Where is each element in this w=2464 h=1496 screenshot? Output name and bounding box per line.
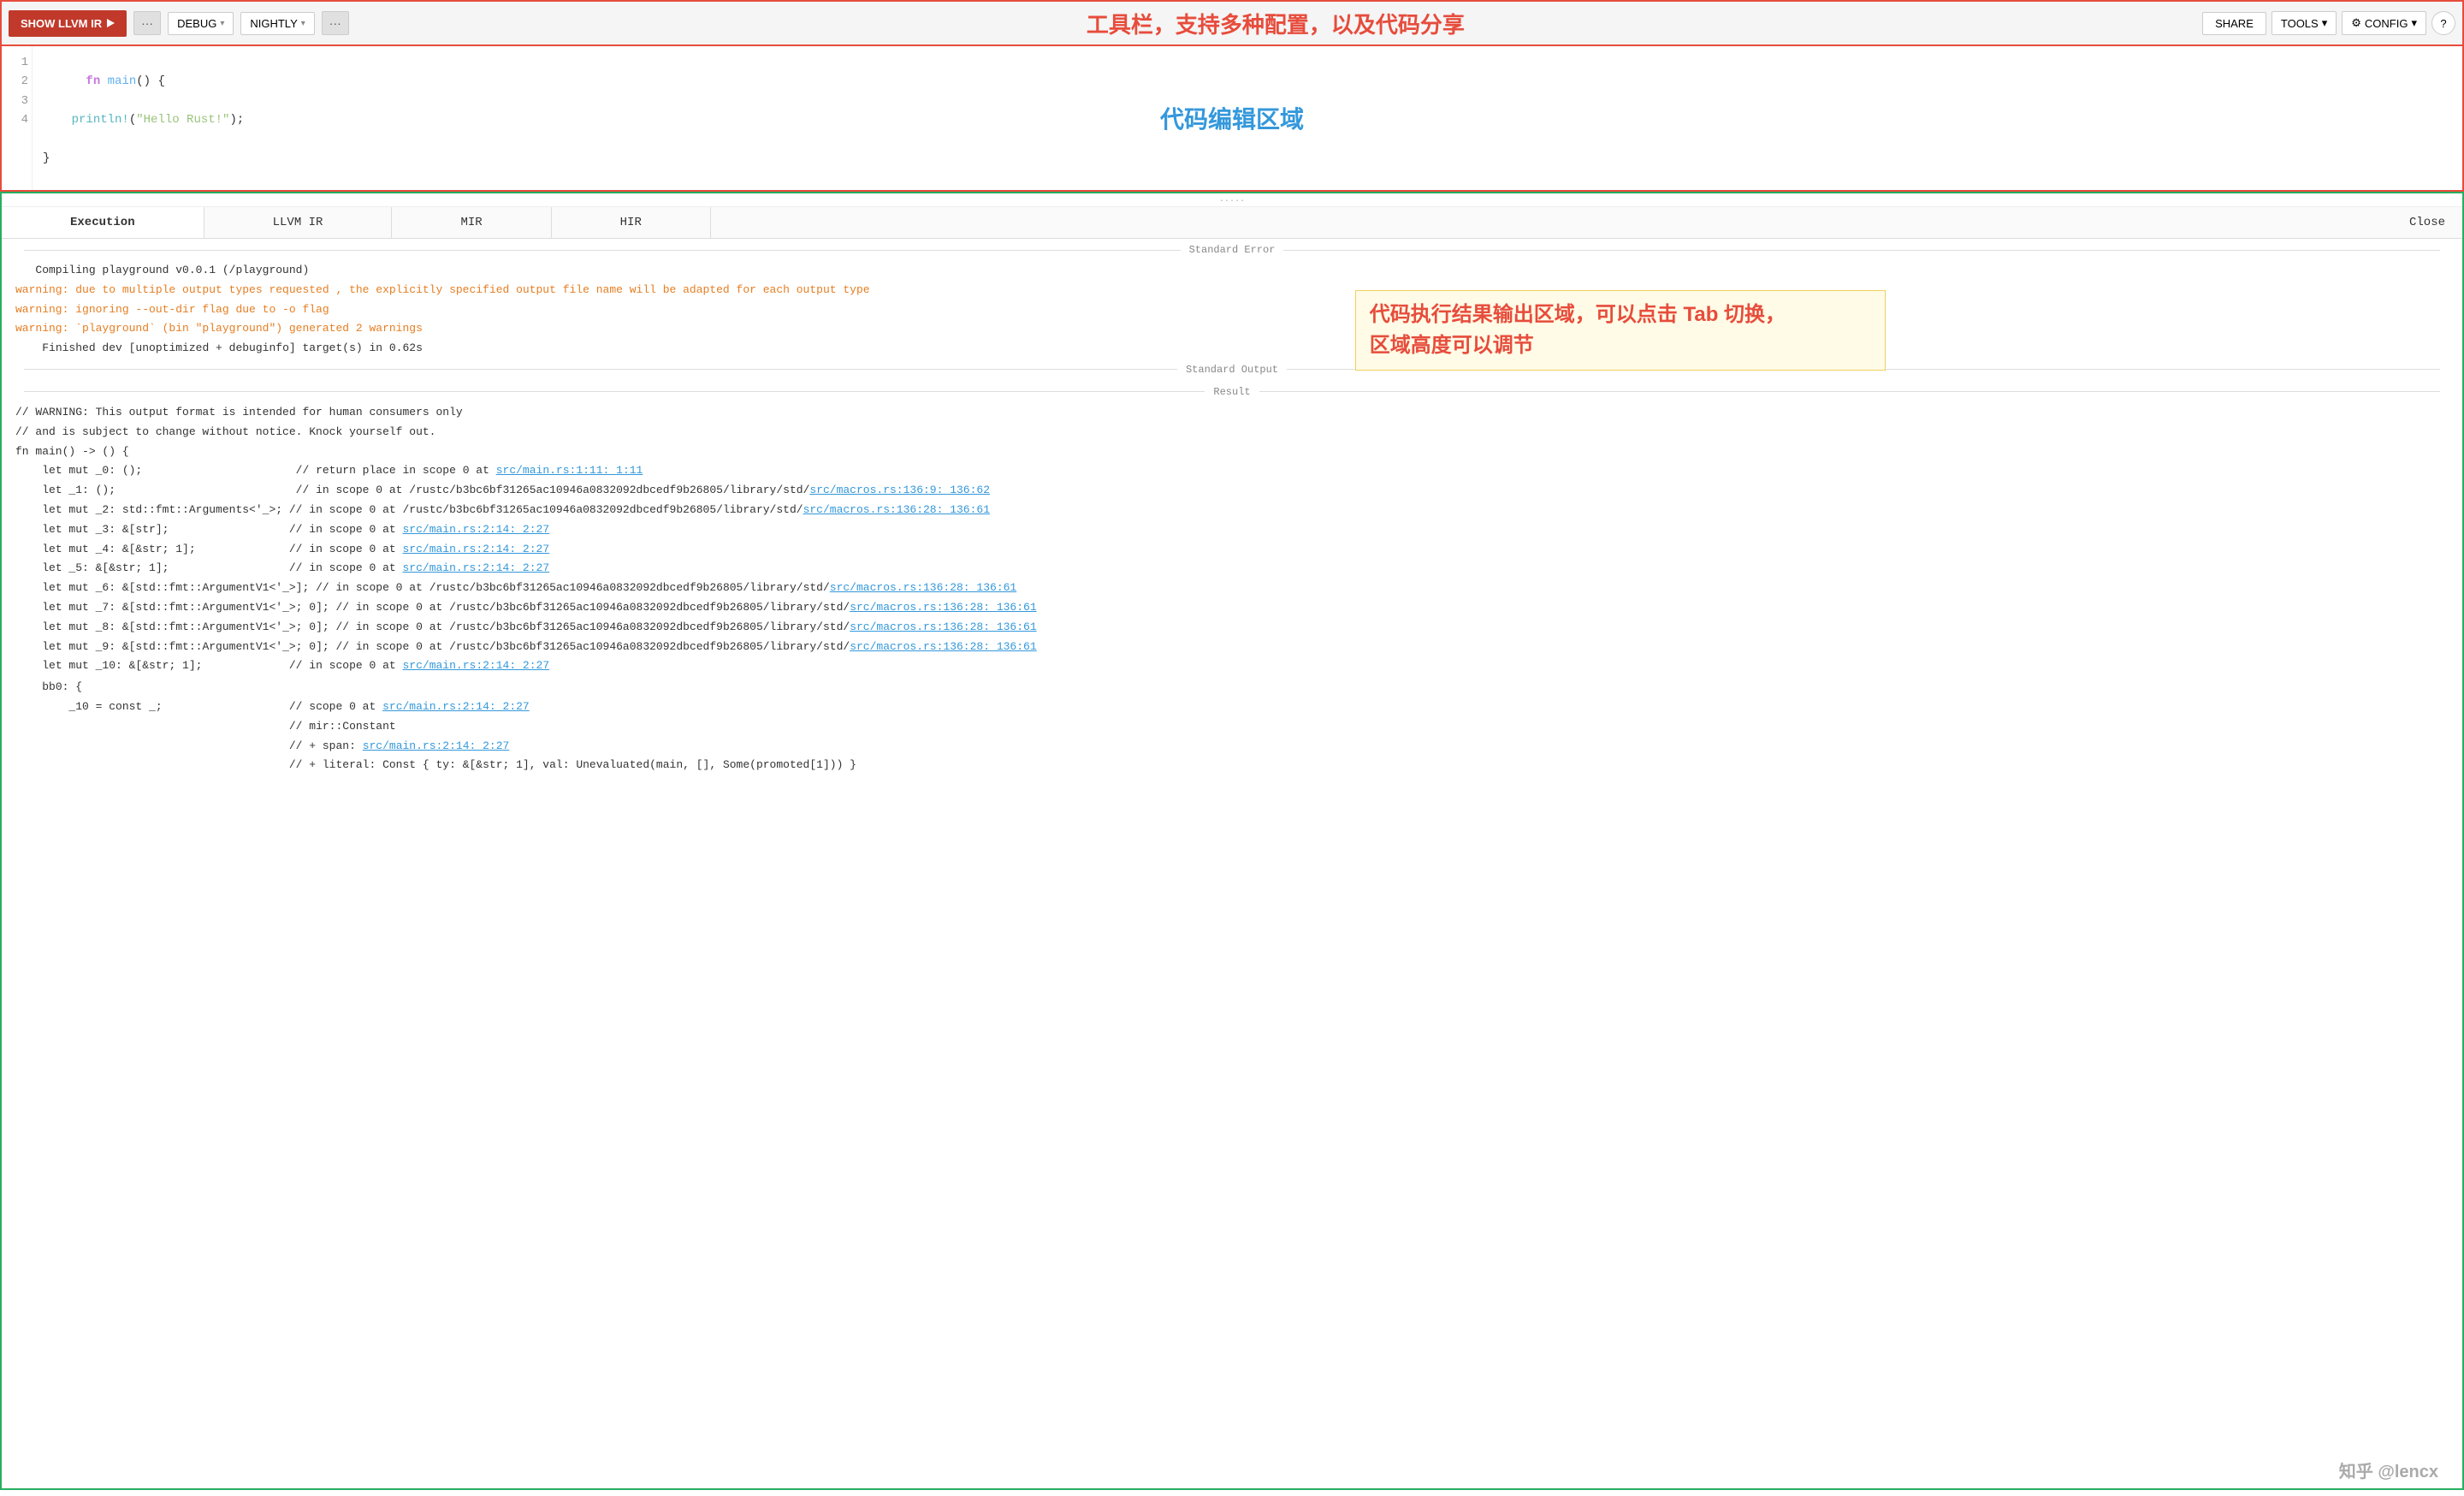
- toolbar-dots-1[interactable]: ···: [133, 11, 161, 35]
- help-button[interactable]: ?: [2431, 11, 2455, 35]
- line-number-3: 3: [5, 92, 28, 110]
- link-macros-136-28-1[interactable]: src/macros.rs:136:28: 136:61: [803, 503, 990, 516]
- output-line: Compiling playground v0.0.1 (/playground…: [2, 261, 2462, 281]
- nightly-dropdown[interactable]: NIGHTLY ▾: [240, 12, 314, 35]
- config-label: CONFIG: [2365, 17, 2408, 30]
- show-llvm-label: SHOW LLVM IR: [21, 17, 102, 30]
- debug-dropdown[interactable]: DEBUG ▾: [168, 12, 234, 35]
- link-macros-136-9[interactable]: src/macros.rs:136:9: 136:62: [809, 484, 990, 496]
- result-line-3: fn main() -> () {: [2, 442, 2462, 462]
- tools-button[interactable]: TOOLS ▾: [2272, 11, 2337, 35]
- link-macros-136-28-3[interactable]: src/macros.rs:136:28: 136:61: [850, 601, 1036, 614]
- output-line-warning-1: warning: due to multiple output types re…: [2, 281, 2462, 300]
- result-line-10: let mut _6: &[std::fmt::ArgumentV1<'_>];…: [2, 579, 2462, 598]
- result-line-10-const: _10 = const _; // scope 0 at src/main.rs…: [2, 698, 2462, 717]
- result-line-bb0: bb0: {: [2, 678, 2462, 698]
- result-line-14: let mut _10: &[&str; 1]; // in scope 0 a…: [2, 656, 2462, 676]
- tab-mir[interactable]: MIR: [392, 207, 551, 238]
- toolbar: SHOW LLVM IR ··· DEBUG ▾ NIGHTLY ▾ ··· 工…: [0, 0, 2464, 46]
- link-main-2-14-6[interactable]: src/main.rs:2:14: 2:27: [363, 739, 510, 752]
- stderr-divider: Standard Error: [2, 239, 2462, 261]
- tab-execution[interactable]: Execution: [2, 207, 204, 238]
- link-main-2-14-3[interactable]: src/main.rs:2:14: 2:27: [403, 561, 550, 574]
- code-editor-container: 1 2 3 4 fn main() { println!("Hello Rust…: [0, 46, 2464, 192]
- stdout-divider: Standard Output: [2, 359, 2462, 381]
- link-main-2-14-1[interactable]: src/main.rs:2:14: 2:27: [403, 523, 550, 536]
- debug-label: DEBUG: [177, 17, 216, 30]
- result-line-13: let mut _9: &[std::fmt::ArgumentV1<'_>; …: [2, 638, 2462, 657]
- line-number-4: 4: [5, 110, 28, 129]
- gear-icon: [2351, 16, 2361, 30]
- editor-lines: 1 2 3 4 fn main() { println!("Hello Rust…: [2, 46, 2462, 190]
- output-panel: ..... Execution LLVM IR MIR HIR Close St…: [0, 192, 2464, 1490]
- toolbar-dots-2[interactable]: ···: [322, 11, 349, 35]
- result-divider: Result: [2, 381, 2462, 403]
- result-line-1: // WARNING: This output format is intend…: [2, 403, 2462, 423]
- result-line-span: // + span: src/main.rs:2:14: 2:27: [2, 737, 2462, 757]
- link-main-2-14-2[interactable]: src/main.rs:2:14: 2:27: [403, 543, 550, 555]
- link-macros-136-28-4[interactable]: src/macros.rs:136:28: 136:61: [850, 620, 1036, 633]
- output-line-warning-2: warning: ignoring --out-dir flag due to …: [2, 300, 2462, 320]
- output-content[interactable]: Standard Error Compiling playground v0.0…: [2, 239, 2462, 1488]
- tab-hir[interactable]: HIR: [552, 207, 711, 238]
- link-macros-136-28-2[interactable]: src/macros.rs:136:28: 136:61: [830, 581, 1016, 594]
- link-macros-136-28-5[interactable]: src/macros.rs:136:28: 136:61: [850, 640, 1036, 653]
- share-button[interactable]: SHARE: [2202, 12, 2266, 35]
- nightly-label: NIGHTLY: [250, 17, 297, 30]
- result-line-4: let mut _0: (); // return place in scope…: [2, 461, 2462, 481]
- show-llvm-button[interactable]: SHOW LLVM IR: [9, 10, 127, 37]
- play-icon: [107, 19, 115, 27]
- tab-llvm-ir[interactable]: LLVM IR: [204, 207, 393, 238]
- output-close-button[interactable]: Close: [2392, 207, 2462, 238]
- output-tabs: Execution LLVM IR MIR HIR Close: [2, 207, 2462, 239]
- result-line-8: let mut _4: &[&str; 1]; // in scope 0 at…: [2, 540, 2462, 560]
- result-line-11: let mut _7: &[std::fmt::ArgumentV1<'_>; …: [2, 598, 2462, 618]
- toolbar-annotation: 工具栏，支持多种配置，以及代码分享: [356, 8, 2195, 39]
- result-line-literal: // + literal: Const { ty: &[&str; 1], va…: [2, 756, 2462, 775]
- output-line-warning-3: warning: `playground` (bin "playground")…: [2, 319, 2462, 339]
- result-line-9: let _5: &[&str; 1]; // in scope 0 at src…: [2, 559, 2462, 579]
- code-content[interactable]: fn main() { println!("Hello Rust!"); }: [33, 46, 2462, 190]
- line-numbers: 1 2 3 4: [2, 46, 33, 190]
- result-line-mir-const: // mir::Constant: [2, 717, 2462, 737]
- debug-chevron-icon: ▾: [220, 19, 224, 28]
- config-button[interactable]: CONFIG ▾: [2342, 11, 2426, 35]
- link-main-2-14-4[interactable]: src/main.rs:2:14: 2:27: [403, 659, 550, 672]
- toolbar-right-actions: SHARE TOOLS ▾ CONFIG ▾ ?: [2202, 11, 2455, 35]
- line-number-1: 1: [5, 53, 28, 72]
- tools-chevron-icon: ▾: [2322, 16, 2328, 30]
- resize-handle[interactable]: .....: [2, 193, 2462, 207]
- result-line-6: let mut _2: std::fmt::Arguments<'_>; // …: [2, 501, 2462, 520]
- line-number-2: 2: [5, 72, 28, 91]
- result-line-12: let mut _8: &[std::fmt::ArgumentV1<'_>; …: [2, 618, 2462, 638]
- nightly-chevron-icon: ▾: [301, 19, 305, 28]
- config-chevron-icon: ▾: [2411, 16, 2417, 30]
- result-line-5: let _1: (); // in scope 0 at /rustc/b3bc…: [2, 481, 2462, 501]
- result-line-2: // and is subject to change without noti…: [2, 423, 2462, 442]
- output-line-finished: Finished dev [unoptimized + debuginfo] t…: [2, 339, 2462, 359]
- link-main-1-11[interactable]: src/main.rs:1:11: 1:11: [496, 464, 643, 477]
- link-main-2-14-5[interactable]: src/main.rs:2:14: 2:27: [382, 700, 530, 713]
- result-line-7: let mut _3: &[str]; // in scope 0 at src…: [2, 520, 2462, 540]
- tools-label: TOOLS: [2281, 17, 2319, 30]
